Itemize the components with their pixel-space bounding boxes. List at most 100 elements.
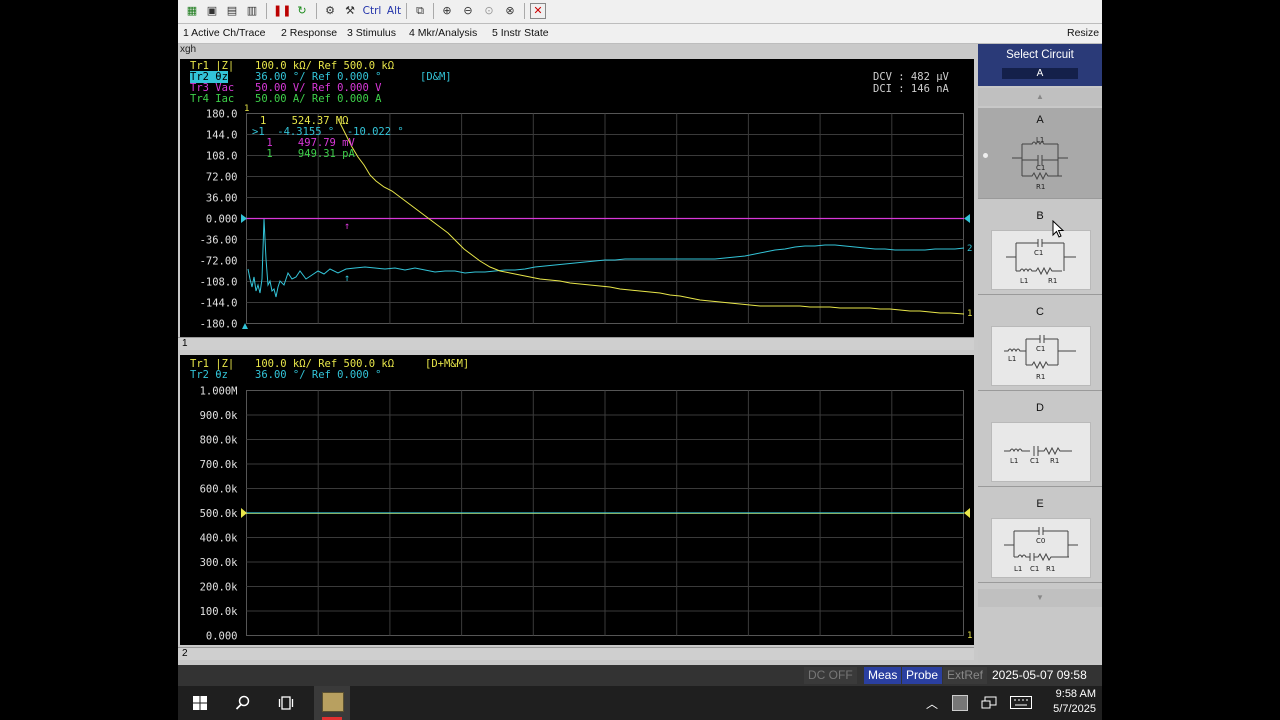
taskbar-app-analyzer[interactable]: [314, 686, 350, 720]
ch2-y-tick-label: 100.0k: [200, 606, 239, 618]
toolbar-separator: [406, 3, 407, 19]
mouse-cursor-icon: [1052, 220, 1065, 238]
circuit-b-diagram-icon: C1 L1 R1: [1006, 239, 1076, 285]
taskbar-clock[interactable]: 9:58 AM 5/7/2025: [1040, 687, 1096, 717]
svg-text:L1: L1: [1014, 565, 1022, 573]
menu-stimulus[interactable]: 3 Stimulus: [347, 27, 396, 39]
ch2-index-strip: 2: [178, 647, 974, 660]
windows-icon[interactable]: ▦: [184, 3, 200, 19]
circuit-c-diagram-box: L1 C1 R1: [991, 326, 1091, 386]
svg-text:R1: R1: [1036, 373, 1045, 381]
circuit-label: A: [1036, 114, 1044, 126]
menu-mkr-analysis[interactable]: 4 Mkr/Analysis: [409, 27, 477, 39]
network-icon[interactable]: [981, 695, 997, 711]
svg-text:↑: ↑: [344, 221, 350, 232]
ch1-trace-impedance: [337, 118, 965, 315]
tray-overflow-icon[interactable]: ︿: [926, 695, 938, 712]
circuit-option-a[interactable]: A L1 C1 R1: [978, 108, 1102, 199]
ch2-index: 2: [182, 648, 188, 659]
circuit-e-diagram-box: C0 L1 C1 R1: [991, 518, 1091, 578]
ch1-y-tick-label: -72.00: [200, 256, 238, 268]
scroll-down-icon[interactable]: ▼: [978, 589, 1102, 607]
ch2-y-tick-label: 500.0k: [200, 508, 239, 520]
menu-instr-state[interactable]: 5 Instr State: [492, 27, 549, 39]
svg-text:C1: C1: [1036, 164, 1045, 172]
circuit-label: E: [1036, 498, 1044, 510]
svg-text:C1: C1: [1030, 457, 1039, 465]
zoom-in-icon[interactable]: ⊕: [439, 3, 455, 19]
save-as-icon[interactable]: ▤: [224, 3, 240, 19]
menu-response[interactable]: 2 Response: [281, 27, 337, 39]
ch2-y-tick-label: 400.0k: [200, 533, 239, 545]
tray-app-icon[interactable]: [952, 695, 968, 711]
taskbar: ︿ 9:58 AM 5/7/2025: [178, 686, 1102, 720]
pause-icon[interactable]: ❚❚: [273, 3, 291, 19]
recall-icon[interactable]: ⚒: [342, 3, 358, 19]
svg-text:R1: R1: [1036, 183, 1045, 191]
taskbar-time: 9:58 AM: [1055, 688, 1096, 700]
select-circuit-title: Select Circuit: [1006, 49, 1074, 61]
circuit-label: D: [1036, 402, 1044, 414]
channel-1-display[interactable]: Tr1 |Z| 100.0 kΩ/ Ref 500.0 kΩ Tr2 θz 36…: [180, 59, 974, 337]
ch1-y-tick-label: 144.0: [206, 130, 238, 142]
save-icon[interactable]: ▣: [204, 3, 220, 19]
circuit-option-d[interactable]: D L1 C1 R1: [978, 396, 1102, 487]
ch2-y-tick-label: 700.0k: [200, 459, 239, 471]
print-icon[interactable]: ▥: [244, 3, 260, 19]
trigger-icon[interactable]: ⚙: [322, 3, 338, 19]
ref-marker-right: [964, 214, 970, 223]
menu-active-ch-trace[interactable]: 1 Active Ch/Trace: [183, 27, 265, 39]
svg-text:C1: C1: [1030, 565, 1039, 573]
circuit-option-e[interactable]: E C0 L1 C1 R1: [978, 492, 1102, 583]
ch2-y-tick-label: 300.0k: [200, 557, 239, 569]
ch1-y-tick-label: -180.0: [200, 319, 238, 331]
ch1-y-tick-label: 36.00: [206, 193, 238, 205]
svg-text:1: 1: [967, 309, 972, 319]
svg-text:C0: C0: [1036, 537, 1045, 545]
ch2-y-tick-label: 200.0k: [200, 582, 239, 594]
svg-text:1: 1: [244, 104, 249, 114]
ch1-y-tick-label: 72.00: [206, 172, 238, 184]
toolbar-separator: [316, 3, 317, 19]
ch1-marker-iac: 1 949.31 pA: [260, 148, 355, 160]
ch1-y-tick-label: -144.0: [200, 298, 238, 310]
ch1-index: 1: [182, 338, 188, 349]
ch1-y-tick-label: 0.000: [206, 214, 238, 226]
select-circuit-panel: Select Circuit A ▲ A L1 C1 R1 B C1 L1 R1…: [978, 44, 1102, 663]
circuit-option-c[interactable]: C L1 C1 R1: [978, 300, 1102, 391]
ch2-y-tick-label: 600.0k: [200, 484, 239, 496]
svg-text:1: 1: [967, 631, 972, 641]
task-view-icon[interactable]: [278, 695, 294, 711]
windows-start-icon[interactable]: [193, 696, 207, 710]
ch1-y-tick-label: 180.0: [206, 109, 238, 121]
circuit-label: C: [1036, 306, 1044, 318]
alt-button[interactable]: Alt: [385, 3, 403, 19]
fullscreen-icon[interactable]: ✕: [530, 3, 546, 19]
toolbar-separator: [433, 3, 434, 19]
circuit-e-diagram-icon: C0 L1 C1 R1: [1004, 527, 1078, 573]
dc-status: DC OFF: [804, 667, 857, 684]
zoom-out-icon[interactable]: ⊖: [460, 3, 476, 19]
search-icon[interactable]: [235, 695, 251, 711]
svg-text:L1: L1: [1020, 277, 1028, 285]
copy-icon[interactable]: ⧉: [412, 3, 428, 19]
circuit-option-b[interactable]: B C1 L1 R1: [978, 204, 1102, 295]
ch1-y-tick-label: -36.00: [200, 235, 238, 247]
ctrl-button[interactable]: Ctrl: [362, 3, 382, 19]
keyboard-icon[interactable]: [1010, 696, 1032, 710]
zoom-area-icon[interactable]: ⊗: [502, 3, 518, 19]
analyzer-app-icon: [322, 692, 344, 712]
scroll-up-icon[interactable]: ▲: [978, 88, 1102, 106]
toolbar: ▦ ▣ ▤ ▥ ❚❚ ↻ ⚙ ⚒ Ctrl Alt ⧉ ⊕ ⊖ ⊙ ⊗ ✕: [178, 0, 1102, 24]
select-circuit-header[interactable]: Select Circuit A: [978, 44, 1102, 86]
resize-button[interactable]: Resize: [1067, 27, 1099, 39]
svg-text:C1: C1: [1034, 249, 1043, 257]
circuit-c-diagram-icon: L1 C1 R1: [1004, 335, 1076, 381]
taskbar-date: 5/7/2025: [1053, 703, 1096, 715]
zoom-fit-icon[interactable]: ⊙: [481, 3, 497, 19]
refresh-icon[interactable]: ↻: [294, 3, 310, 19]
svg-text:R1: R1: [1050, 457, 1059, 465]
svg-text:R1: R1: [1048, 277, 1057, 285]
ch2-y-tick-label: 1.000M: [200, 386, 238, 398]
channel-2-display[interactable]: Tr1 |Z| 100.0 kΩ/ Ref 500.0 kΩ [D+M&M] T…: [180, 355, 974, 645]
